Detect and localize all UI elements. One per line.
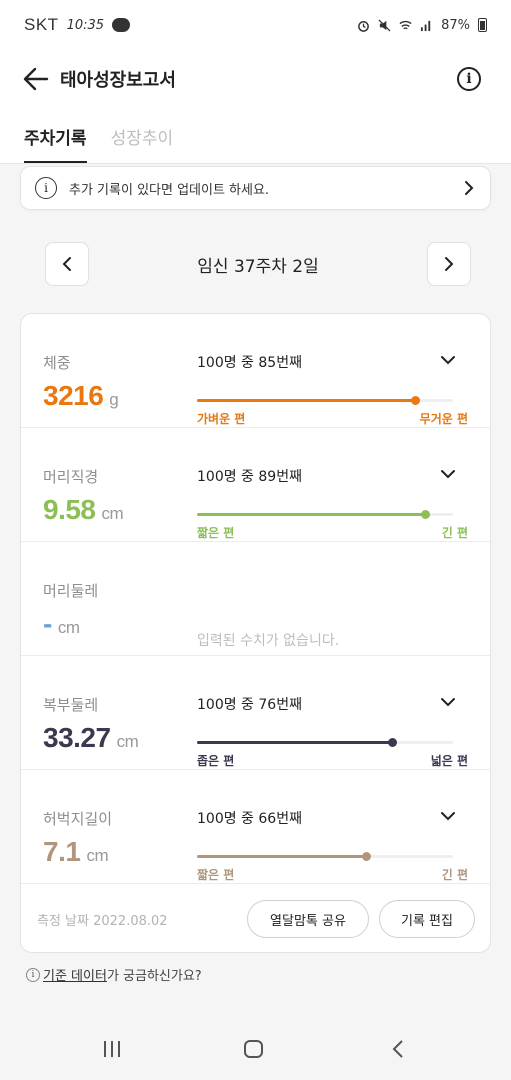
metric-value-number: - [43, 608, 52, 639]
tab-growth-trend[interactable]: 성장추이 [111, 124, 174, 163]
range-low-label: 짧은 편 [197, 526, 235, 540]
metric-value-number: 3216 [43, 380, 104, 411]
notification-app-icon [112, 18, 131, 32]
metric-value: - cm [43, 608, 80, 640]
share-button[interactable]: 열달맘톡 공유 [247, 900, 369, 938]
metric-rank: 100명 중 76번째 [197, 697, 302, 713]
week-label: 임신 37주차 2일 [197, 256, 319, 277]
arrow-left-icon [23, 67, 49, 91]
range-low-label: 좁은 편 [197, 754, 235, 768]
chevron-down-icon[interactable] [440, 696, 456, 708]
metric-label: 머리둘레 [43, 582, 99, 600]
reference-data-help: i 기준 데이터 가 궁금하신가요? [26, 965, 202, 984]
metric-row-femur-length[interactable]: 허벅지길이 7.1 cm 100명 중 66번째 짧은 편 긴 편 [21, 770, 490, 884]
week-navigator: 임신 37주차 2일 [45, 242, 471, 286]
range-high-label: 무거운 편 [419, 412, 468, 426]
edit-record-button[interactable]: 기록 편집 [379, 900, 475, 938]
percentile-fill [197, 399, 415, 402]
next-week-button[interactable] [427, 242, 471, 286]
metric-rank: 100명 중 89번째 [197, 469, 302, 485]
tab-bar: 주차기록 성장추이 [0, 108, 511, 164]
metric-value-number: 9.58 [43, 494, 96, 525]
metrics-card: 체중 3216 g 100명 중 85번째 가벼운 편 무거운 편 머리직경 9.… [20, 313, 491, 953]
range-high-label: 긴 편 [441, 526, 468, 540]
percentile-fill [197, 855, 366, 858]
metric-row-head-circumference[interactable]: 머리둘레 - cm 입력된 수치가 없습니다. [21, 542, 490, 656]
metric-row-head-diameter[interactable]: 머리직경 9.58 cm 100명 중 89번째 짧은 편 긴 편 [21, 428, 490, 542]
wifi-icon [399, 20, 412, 29]
percentile-fill [197, 741, 392, 744]
recent-apps-icon[interactable] [101, 1038, 123, 1060]
metric-label: 복부둘레 [43, 696, 99, 714]
chevron-down-icon[interactable] [440, 810, 456, 822]
metric-value-number: 33.27 [43, 722, 111, 753]
metric-label: 체중 [43, 354, 71, 372]
status-bar: SKT 10:35 87% [0, 0, 511, 50]
reference-data-link[interactable]: 기준 데이터 [43, 965, 107, 984]
metric-value: 9.58 cm [43, 494, 124, 526]
metric-row-abdominal-circumference[interactable]: 복부둘레 33.27 cm 100명 중 76번째 좁은 편 넓은 편 [21, 656, 490, 770]
app-header: 태아성장보고서 i [0, 50, 511, 108]
alarm-icon [358, 20, 369, 32]
metric-row-weight[interactable]: 체중 3216 g 100명 중 85번째 가벼운 편 무거운 편 [21, 314, 490, 428]
info-icon: i [35, 177, 57, 199]
metric-value-number: 7.1 [43, 836, 81, 867]
info-icon: i [466, 71, 472, 87]
metric-value: 7.1 cm [43, 836, 109, 868]
percentile-marker [421, 510, 430, 519]
notice-text: 추가 기록이 있다면 업데이트 하세요. [69, 182, 270, 198]
percentile-fill [197, 513, 425, 516]
tab-weekly-record[interactable]: 주차기록 [24, 124, 87, 163]
back-button[interactable] [18, 61, 54, 97]
chevron-down-icon[interactable] [440, 468, 456, 480]
info-icon: i [26, 967, 40, 982]
metric-value: 33.27 cm [43, 722, 139, 754]
home-icon[interactable] [243, 1038, 265, 1060]
chevron-right-icon [465, 181, 474, 195]
metric-unit: cm [57, 618, 80, 637]
clock: 10:35 [66, 17, 105, 33]
page-title: 태아성장보고서 [60, 70, 176, 91]
chevron-right-icon [445, 257, 454, 271]
metric-value: 3216 g [43, 380, 119, 412]
system-back-icon[interactable] [388, 1038, 410, 1060]
range-low-label: 가벼운 편 [197, 412, 246, 426]
percentile-track [197, 852, 453, 861]
chevron-left-icon [62, 257, 71, 271]
percentile-track [197, 738, 453, 747]
range-high-label: 넓은 편 [430, 754, 468, 768]
metric-label: 허벅지길이 [43, 810, 113, 828]
carrier-label: SKT [24, 15, 59, 34]
metric-rank: 100명 중 66번째 [197, 811, 302, 827]
update-notice-banner[interactable]: i 추가 기록이 있다면 업데이트 하세요. [20, 166, 491, 210]
battery-percent: 87% [441, 17, 470, 33]
range-low-label: 짧은 편 [197, 868, 235, 882]
help-text: 가 궁금하신가요? [106, 969, 202, 984]
measure-date: 측정 날짜 2022.08.02 [37, 914, 168, 929]
signal-icon [421, 20, 431, 31]
metric-unit: cm [101, 504, 124, 523]
prev-week-button[interactable] [45, 242, 89, 286]
battery-icon [478, 18, 487, 32]
percentile-marker [411, 396, 420, 405]
metric-unit: g [109, 390, 119, 409]
mute-icon [378, 18, 391, 32]
info-button[interactable]: i [457, 67, 481, 91]
metric-rank: 100명 중 85번째 [197, 355, 302, 371]
empty-value-message: 입력된 수치가 없습니다. [197, 633, 340, 649]
metric-unit: cm [86, 846, 109, 865]
metric-unit: cm [116, 732, 139, 751]
percentile-marker [362, 852, 371, 861]
status-icons: 87% [357, 18, 487, 33]
system-nav-bar [0, 1020, 511, 1080]
range-high-label: 긴 편 [441, 868, 468, 882]
percentile-track [197, 510, 453, 519]
percentile-track [197, 396, 453, 405]
chevron-down-icon[interactable] [440, 354, 456, 366]
percentile-marker [388, 738, 397, 747]
card-footer: 측정 날짜 2022.08.02 열달맘톡 공유 기록 편집 [21, 884, 490, 952]
metric-label: 머리직경 [43, 468, 99, 486]
